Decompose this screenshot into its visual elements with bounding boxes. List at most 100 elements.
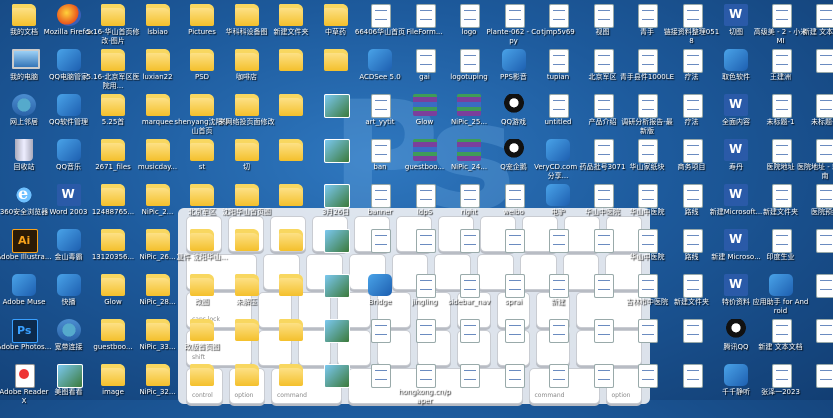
image-file-icon	[549, 274, 569, 298]
image-file-icon	[638, 94, 658, 118]
folder-icon	[145, 319, 170, 341]
image-file-icon	[816, 229, 833, 253]
emule-icon	[546, 184, 570, 206]
image-file-icon	[460, 49, 480, 73]
image-file-icon	[371, 94, 391, 118]
image-file-icon	[816, 139, 833, 163]
image-file-icon	[504, 229, 525, 253]
image-file-icon	[549, 319, 569, 343]
image-file-icon	[771, 4, 792, 28]
image-file-icon	[638, 229, 658, 253]
folder-icon	[279, 49, 303, 71]
folder-icon	[101, 274, 125, 296]
image-file-icon	[816, 49, 833, 73]
rar-icon	[457, 94, 481, 116]
photo-icon	[323, 229, 350, 253]
folder-icon	[101, 319, 125, 341]
qq-game-icon	[501, 94, 526, 116]
image-file-icon	[682, 364, 703, 388]
firefox-icon	[56, 4, 81, 26]
folder-icon	[190, 274, 214, 296]
image-file-icon	[771, 229, 792, 253]
image-file-icon	[549, 364, 569, 388]
reader-icon	[15, 364, 35, 388]
image-file-icon	[415, 319, 436, 343]
text-file-icon	[771, 319, 792, 343]
folder-icon	[190, 184, 214, 206]
image-file-icon	[593, 364, 614, 388]
file-icon	[415, 4, 436, 28]
qq-guard-icon	[56, 49, 81, 71]
image-file-icon	[771, 364, 792, 388]
image-file-icon	[771, 94, 792, 118]
image-file-icon	[504, 319, 525, 343]
photo-icon	[323, 139, 350, 163]
image-file-icon	[593, 184, 614, 208]
desktop-icon-label: 医院地址 - 就医指南	[797, 163, 833, 180]
word-doc-icon	[724, 139, 748, 161]
folder-icon	[101, 364, 125, 386]
photo-icon	[323, 274, 350, 298]
image-file-icon	[638, 364, 658, 388]
image-file-icon	[460, 274, 480, 298]
folder-icon	[190, 139, 214, 161]
image-file-icon	[682, 274, 703, 298]
image-file-icon	[593, 229, 614, 253]
image-file-icon	[593, 94, 614, 118]
image-file-icon	[682, 49, 703, 73]
muse-icon	[12, 274, 36, 296]
image-file-icon	[504, 274, 525, 298]
image-file-icon	[593, 139, 614, 163]
image-file-icon	[682, 184, 703, 208]
image-file-icon	[415, 184, 436, 208]
image-file-icon	[371, 184, 391, 208]
desktop-icon-label: 医院预约	[811, 208, 833, 216]
image-viewer-icon	[56, 364, 83, 388]
recycle-bin-icon	[15, 139, 33, 161]
image-file-icon	[682, 229, 703, 253]
desktop-icon[interactable]	[797, 361, 833, 418]
folder-icon	[234, 49, 259, 71]
folder-icon	[145, 274, 170, 296]
folder-icon	[145, 364, 170, 386]
color-picker-icon	[724, 49, 748, 71]
word-doc-icon	[724, 94, 748, 116]
image-file-icon	[593, 319, 614, 343]
folder-icon	[190, 364, 214, 386]
folder-icon	[101, 139, 125, 161]
image-file-icon	[682, 319, 703, 343]
image-file-icon	[638, 49, 658, 73]
image-file-icon	[549, 229, 569, 253]
android-icon	[768, 274, 793, 296]
image-file-icon	[371, 319, 391, 343]
image-file-icon	[415, 49, 436, 73]
image-file-icon	[638, 319, 658, 343]
folder-icon	[279, 229, 303, 251]
qq-music-icon	[56, 139, 81, 161]
network-icon	[12, 94, 36, 116]
folder-icon	[234, 184, 259, 206]
folder-icon	[279, 274, 303, 296]
image-file-icon	[371, 364, 391, 388]
folder-icon	[12, 4, 36, 26]
folder-icon	[279, 139, 303, 161]
folder-icon	[190, 94, 214, 116]
image-file-icon	[771, 184, 792, 208]
folder-icon	[279, 364, 303, 386]
image-file-icon	[816, 319, 833, 343]
folder-icon	[145, 229, 170, 251]
folder-icon	[101, 4, 125, 26]
word-doc-icon	[724, 274, 748, 296]
folder-icon	[145, 49, 170, 71]
image-file-icon	[549, 94, 569, 118]
folder-icon	[190, 319, 214, 341]
qq-pet-icon	[501, 139, 526, 161]
image-file-icon	[415, 229, 436, 253]
computer-icon	[12, 49, 40, 69]
rar-icon	[412, 139, 437, 161]
folder-icon	[145, 139, 170, 161]
image-file-icon	[504, 184, 525, 208]
image-file-icon	[638, 139, 658, 163]
photoshop-icon	[12, 319, 38, 343]
rar-icon	[412, 94, 437, 116]
